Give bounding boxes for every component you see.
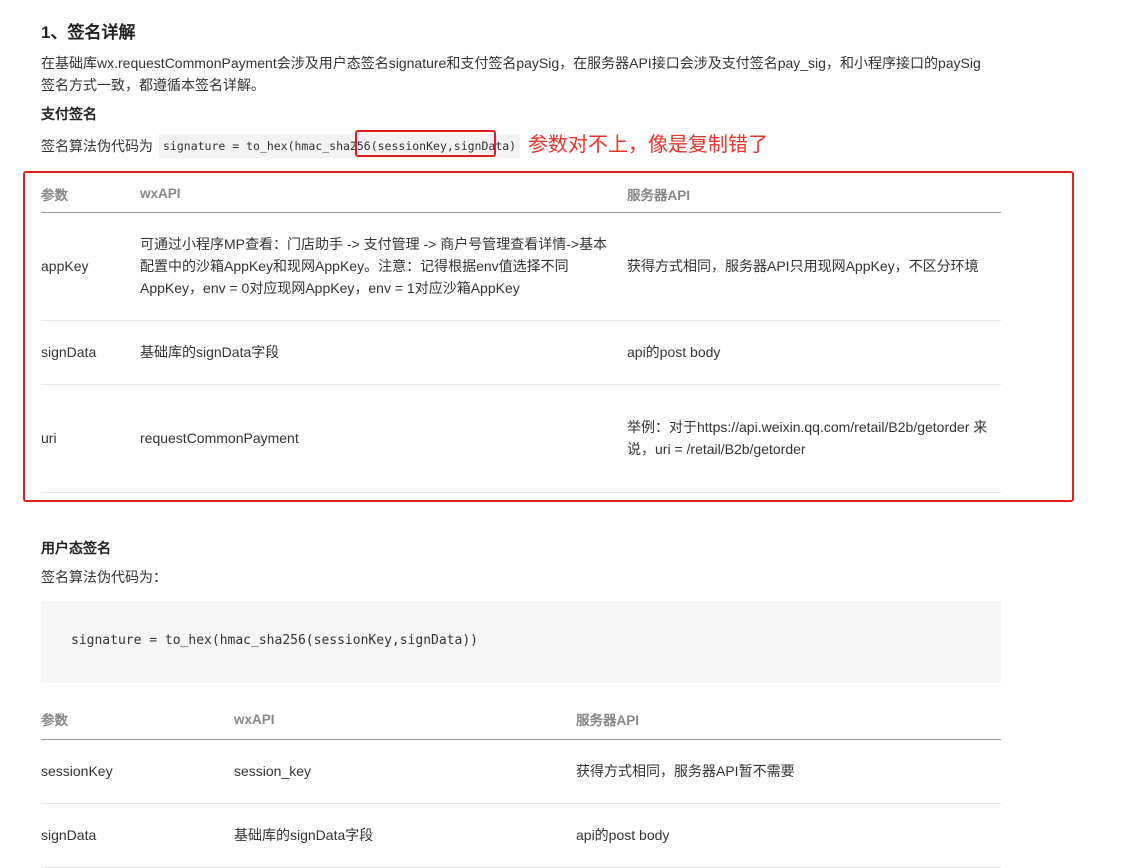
user-sign-code-block: signature = to_hex(hmac_sha256(sessionKe… [41,601,1001,683]
table-row: signData 基础库的signData字段 api的post body [41,803,1001,867]
row-wxapi: requestCommonPayment [140,430,299,446]
column-header-wxapi: wxAPI [140,186,181,202]
table-header-row: 参数 wxAPI 服务器API [41,176,1001,212]
row-wxapi: session_key [234,763,312,779]
row-param: sessionKey [41,763,113,779]
user-sign-heading: 用户态签名 [41,540,111,556]
row-server-api: api的post body [627,344,721,360]
column-header-param: 参数 [41,187,68,203]
table-header-row: 参数 wxAPI 服务器API [41,700,1001,739]
table-row: signData 基础库的signData字段 api的post body [41,320,1001,384]
row-server-api: 举例：对于https://api.weixin.qq.com/retail/B2… [627,419,988,457]
row-server-api: api的post body [576,826,670,843]
column-header-param: 参数 [41,713,68,729]
row-wxapi: 可通过小程序MP查看：门店助手 -> 支付管理 -> 商户号管理查看详情->基本… [140,236,608,296]
table-row: sessionKey session_key 获得方式相同，服务器API暂不需要 [41,739,1001,803]
table-row: appKey 可通过小程序MP查看：门店助手 -> 支付管理 -> 商户号管理查… [41,212,1001,320]
pay-sign-heading: 支付签名 [41,106,97,122]
section-title: 1、签名详解 [41,23,136,42]
pay-sign-algo-label: 签名算法伪代码为 [41,138,153,154]
row-param: signData [41,344,97,360]
column-header-server-api: 服务器API [627,187,691,203]
column-header-server-api: 服务器API [576,713,640,729]
row-server-api: 获得方式相同，服务器API暂不需要 [576,763,795,779]
user-sign-algo-label: 签名算法伪代码为： [41,569,167,585]
table-row: uri requestCommonPayment 举例：对于https://ap… [41,384,1001,492]
annotation-note: 参数对不上，像是复制错了 [528,134,768,156]
user-sign-params-table: 参数 wxAPI 服务器API sessionKey session_key 获… [41,700,1001,868]
row-server-api: 获得方式相同，服务器API只用现网AppKey，不区分环境 [627,258,979,274]
intro-paragraph: 在基础库wx.requestCommonPayment会涉及用户态签名signa… [41,55,981,93]
annotation-highlight-box [355,130,496,157]
column-header-wxapi: wxAPI [234,711,275,727]
pay-sign-params-table: 参数 wxAPI 服务器API appKey 可通过小程序MP查看：门店助手 -… [41,176,1001,493]
row-param: uri [41,430,57,446]
row-wxapi: 基础库的signData字段 [140,344,280,360]
row-param: appKey [41,258,89,274]
row-param: signData [41,826,97,843]
user-sign-code: signature = to_hex(hmac_sha256(sessionKe… [71,633,478,648]
row-wxapi: 基础库的signData字段 [234,826,374,843]
